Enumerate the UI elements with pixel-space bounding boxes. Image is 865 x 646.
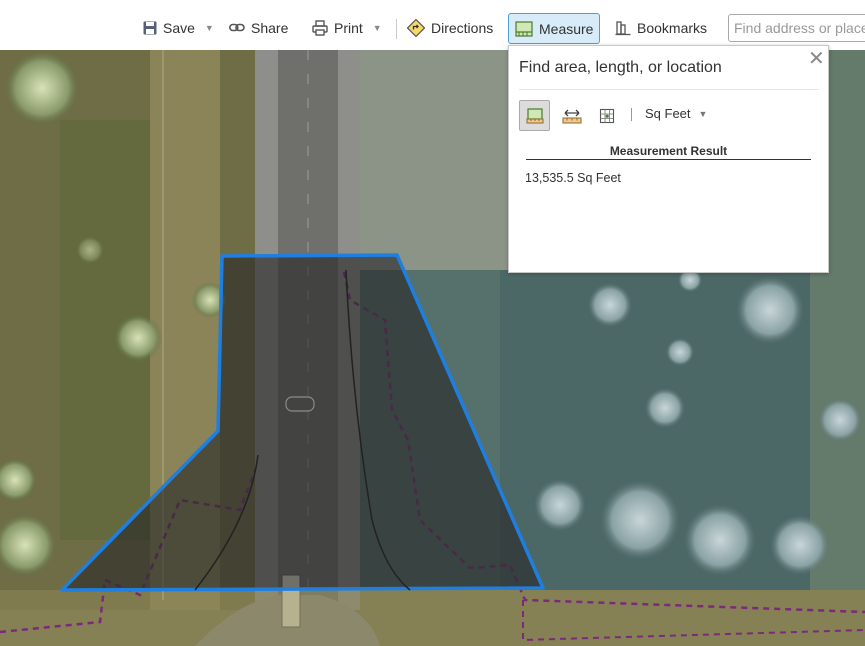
location-grid-icon: [599, 108, 614, 123]
printer-icon: [312, 20, 328, 36]
chevron-down-icon: ▼: [204, 23, 214, 33]
bookmark-icon: [615, 21, 631, 36]
area-tool-button[interactable]: [519, 100, 550, 131]
divider: [519, 89, 819, 90]
distance-ruler-icon: [562, 109, 581, 123]
measure-panel: Find area, length, or location ✕ Sq Feet…: [508, 45, 829, 273]
units-dropdown[interactable]: Sq Feet ▼: [645, 106, 707, 121]
directions-button[interactable]: Directions: [407, 13, 493, 43]
search-input[interactable]: [728, 14, 865, 42]
print-label: Print: [334, 20, 363, 36]
save-label: Save: [163, 20, 195, 36]
toolbar-divider: [396, 19, 397, 39]
distance-tool-button[interactable]: [556, 100, 587, 131]
toolbar: Save ▼ Share Print ▼ Directions Measure …: [0, 0, 865, 50]
bookmarks-button[interactable]: Bookmarks: [615, 13, 707, 43]
result-header: Measurement Result: [526, 144, 811, 160]
close-icon[interactable]: ✕: [808, 49, 825, 69]
area-ruler-icon: [526, 107, 543, 123]
bookmarks-label: Bookmarks: [637, 20, 708, 36]
share-label: Share: [251, 20, 289, 36]
directions-label: Directions: [431, 20, 494, 36]
units-selected: Sq Feet: [645, 106, 691, 121]
floppy-disk-icon: [143, 21, 157, 35]
directions-sign-icon: [407, 19, 425, 37]
chevron-down-icon: ▼: [372, 23, 382, 33]
link-icon: [229, 23, 245, 32]
print-button[interactable]: Print ▼: [312, 13, 382, 43]
save-button[interactable]: Save ▼: [143, 13, 214, 43]
share-button[interactable]: Share: [229, 13, 288, 43]
measure-button[interactable]: Measure: [508, 13, 601, 44]
location-tool-button[interactable]: [591, 100, 622, 131]
ruler-icon: [515, 20, 533, 37]
tool-divider: [631, 108, 632, 121]
measure-label: Measure: [539, 20, 594, 37]
chevron-down-icon: ▼: [698, 108, 708, 119]
panel-title: Find area, length, or location: [519, 59, 722, 76]
result-value: 13,535.5 Sq Feet: [525, 171, 621, 185]
